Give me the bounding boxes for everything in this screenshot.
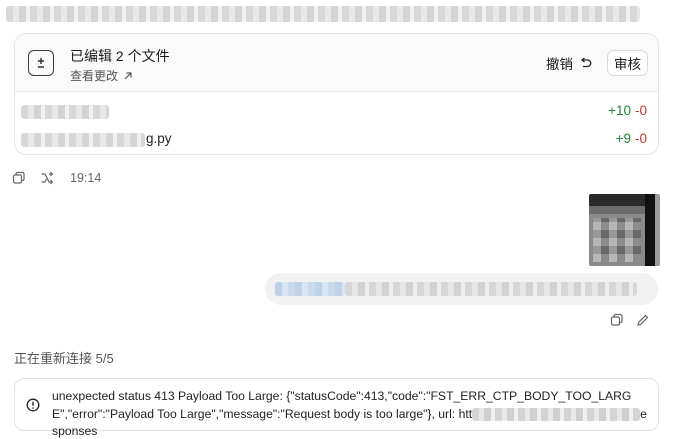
message-actions	[610, 313, 650, 332]
file-diff-stats: +9 -0	[616, 131, 647, 146]
message-time: 19:14	[70, 171, 102, 185]
external-arrow-icon	[124, 71, 132, 79]
file-row[interactable]: g.py +9 -0	[15, 125, 658, 154]
copy-icon[interactable]	[610, 313, 624, 332]
user-message-bubble	[265, 273, 658, 305]
error-text: unexpected status 413 Payload Too Large:…	[52, 388, 652, 439]
undo-label: 撤销	[546, 57, 573, 72]
review-button[interactable]: 审核	[607, 50, 648, 76]
undo-button[interactable]: 撤销	[546, 52, 592, 74]
diff-icon	[28, 50, 54, 76]
file-row[interactable]: +10 -0	[15, 97, 658, 127]
undo-icon	[580, 56, 592, 67]
lines-removed: -0	[634, 103, 647, 118]
edited-files-card: 已编辑 2 个文件 查看更改 撤销 审核 +10 -0 g.py +9 -0	[14, 33, 659, 155]
file-diff-stats: +10 -0	[608, 103, 647, 118]
edited-files-title: 已编辑 2 个文件	[70, 48, 170, 64]
redacted-text	[345, 282, 637, 296]
error-message: unexpected status 413 Payload Too Large:…	[14, 378, 659, 438]
lines-added: +9	[615, 131, 631, 146]
view-changes-label: 查看更改	[70, 69, 119, 83]
redacted-filename	[21, 133, 145, 147]
redacted-text	[6, 6, 640, 22]
edited-files-header: 已编辑 2 个文件 查看更改 撤销 审核	[15, 34, 658, 92]
reconnect-status: 正在重新连接 5/5	[14, 351, 114, 366]
redacted-url	[472, 407, 641, 421]
edit-icon[interactable]	[636, 313, 650, 332]
view-changes-link[interactable]: 查看更改	[70, 67, 133, 84]
image-attachment[interactable]	[589, 194, 660, 266]
alert-circle-icon	[26, 398, 40, 412]
redacted-filename	[21, 105, 109, 119]
file-name-suffix: g.py	[146, 131, 172, 146]
copy-icon[interactable]	[12, 171, 26, 185]
redacted-text	[275, 282, 345, 296]
message-meta: 19:14	[12, 170, 101, 186]
branch-icon[interactable]	[40, 171, 54, 185]
lines-added: +10	[608, 103, 631, 118]
lines-removed: -0	[634, 131, 647, 146]
